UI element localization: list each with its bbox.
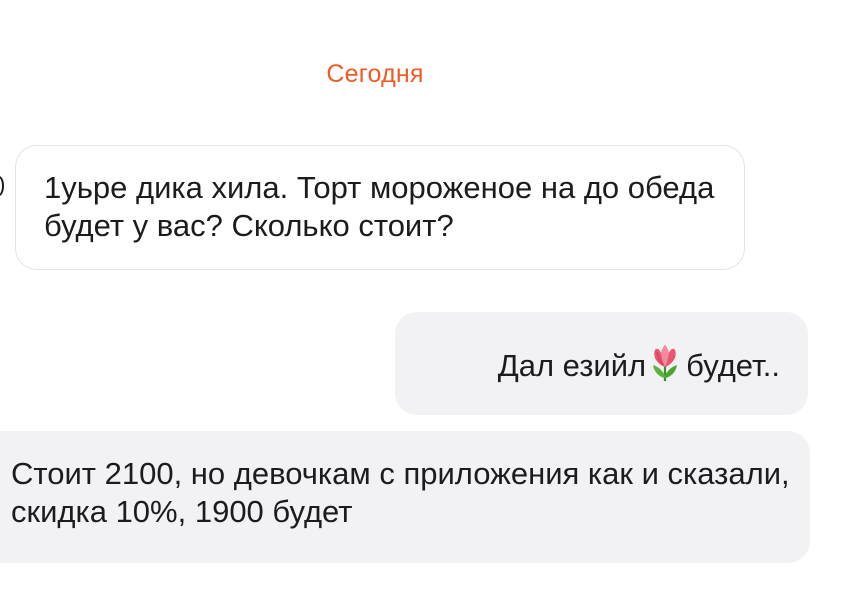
avatar-edge-icon (0, 176, 4, 196)
chat-thread: Сегодня 1уьре дика хила. Торт мороженое … (0, 0, 845, 600)
message-text-before-emoji: Дал езийл (497, 348, 647, 383)
message-text-after-emoji: будет.. (686, 348, 780, 383)
tulip-icon (653, 345, 678, 381)
message-text: Стоит 2100, но девочкам с приложения как… (11, 456, 790, 529)
date-divider: Сегодня (326, 60, 424, 88)
message-bubble-incoming[interactable]: 1уьре дика хила. Торт мороженое на до об… (15, 145, 745, 270)
message-text: 1уьре дика хила. Торт мороженое на до об… (44, 170, 715, 243)
message-bubble-incoming[interactable]: Стоит 2100, но девочкам с приложения как… (0, 431, 810, 563)
message-bubble-outgoing[interactable]: Дал езийл будет.. (395, 312, 808, 415)
